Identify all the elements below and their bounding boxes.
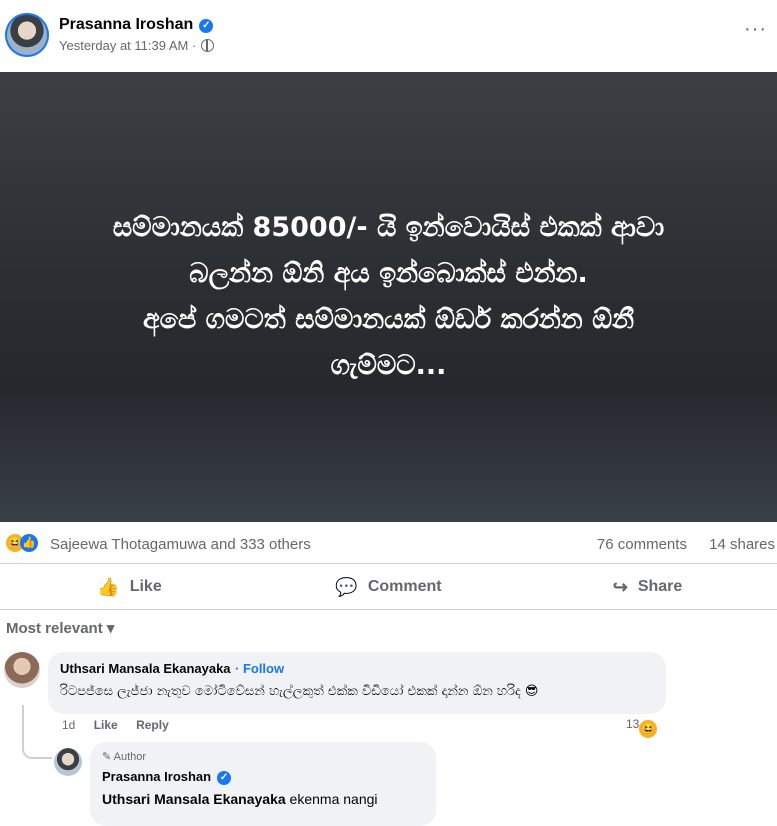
divider (0, 563, 777, 564)
reply-author-name-text[interactable]: Prasanna Iroshan (102, 769, 211, 784)
commenter-name[interactable]: Uthsari Mansala Ekanayaka (60, 661, 231, 676)
post-stats: 😆👍 Sajeewa Thotagamuwa and 333 others 76… (0, 528, 777, 560)
reply-author-avatar[interactable] (54, 748, 82, 776)
sort-label: Most relevant (6, 620, 103, 637)
comment-age[interactable]: 1d (62, 718, 75, 732)
shares-count[interactable]: 14 shares (709, 536, 775, 553)
comment-bubble: Uthsari Mansala Ekanayaka · Follow රිටපජ… (48, 652, 666, 714)
comment-label: Comment (367, 578, 442, 595)
reply-thread-line (22, 705, 52, 759)
reply-text: Uthsari Mansala Ekanayaka ekenma nangi (102, 791, 424, 807)
comment-like-button[interactable]: Like (94, 718, 118, 732)
follow-button[interactable]: · Follow (235, 661, 284, 676)
like-button[interactable]: 👍 Like (0, 567, 259, 607)
author-name[interactable]: Prasanna Iroshan ✓ (59, 16, 214, 34)
engagement-counts: 76 comments 14 shares (579, 536, 775, 553)
thumbs-up-icon: 👍 (97, 576, 120, 597)
image-text-line: ගැම්මට... (330, 350, 447, 381)
reaction-count-text: 13 (626, 717, 640, 731)
comment-icon: 💬 (335, 576, 358, 597)
reply-author-name[interactable]: Prasanna Iroshan ✓ (102, 769, 424, 785)
post-actions: 👍 Like 💬 Comment ↪ Share (0, 567, 777, 607)
mention-link[interactable]: Uthsari Mansala Ekanayaka (102, 791, 286, 807)
timestamp-text[interactable]: Yesterday at 11:39 AM · (59, 38, 196, 53)
image-text-line: බලන්න ඕනි අය ඉන්බොක්ස් එන්න. (189, 258, 588, 289)
like-reaction-icon: 👍 (20, 534, 38, 552)
comment-text: රිටපජ්සෙ ලැජ්ජා නැතුව මෝටිවේසන් හැල්ලකුත… (60, 684, 539, 699)
comment-meta: 1d Like Reply (62, 718, 184, 732)
pen-icon: ✎ (102, 751, 112, 763)
globe-icon (201, 39, 215, 52)
post-image-text: සම්මානයක් 85000/- යි ඉන්වොයිස් එකක් ආවා … (113, 205, 664, 389)
reply-body: ekenma nangi (285, 791, 378, 807)
reactors-link[interactable]: Sajeewa Thotagamuwa and 333 others (50, 536, 311, 553)
author-name-text[interactable]: Prasanna Iroshan (59, 16, 193, 33)
image-text-line: සම්මානයක් 85000/- යි ඉන්වොයිස් එකක් ආවා (112, 212, 665, 243)
share-icon: ↪ (612, 576, 628, 597)
reply-bubble: ✎ Author Prasanna Iroshan ✓ Uthsari Mansa… (90, 742, 436, 826)
comment-reaction-count[interactable]: 13 😆 (626, 717, 658, 738)
post-image[interactable]: සම්මානයක් 85000/- යි ඉන්වොයිස් එකක් ආවා … (0, 72, 777, 522)
comment-button[interactable]: 💬 Comment (259, 567, 518, 607)
caret-down-icon: ▾ (106, 620, 115, 637)
author-badge-label: Author (113, 751, 147, 763)
haha-reaction-icon: 😆 (639, 720, 658, 738)
image-text-line: අපේ ගමටත් සම්මානයක් ඕඩර් කරන්න ඕනී (142, 304, 635, 335)
post-timestamp[interactable]: Yesterday at 11:39 AM · (59, 38, 215, 53)
share-label: Share (637, 578, 683, 595)
comments-count[interactable]: 76 comments (597, 536, 687, 553)
like-label: Like (129, 578, 162, 595)
verified-icon: ✓ (199, 19, 214, 33)
post-header: Prasanna Iroshan ✓ Yesterday at 11:39 AM … (0, 0, 777, 72)
more-options-button[interactable]: ··· (744, 18, 767, 41)
author-badge: ✎ Author (102, 750, 424, 763)
verified-icon: ✓ (217, 771, 232, 785)
share-button[interactable]: ↪ Share (518, 567, 777, 607)
comment-reply-button[interactable]: Reply (136, 718, 169, 732)
author-avatar[interactable] (5, 13, 49, 57)
divider (0, 609, 777, 610)
comment-sort-dropdown[interactable]: Most relevant ▾ (6, 619, 114, 637)
commenter-avatar[interactable] (4, 652, 40, 688)
reaction-icons[interactable]: 😆👍 (6, 533, 38, 552)
